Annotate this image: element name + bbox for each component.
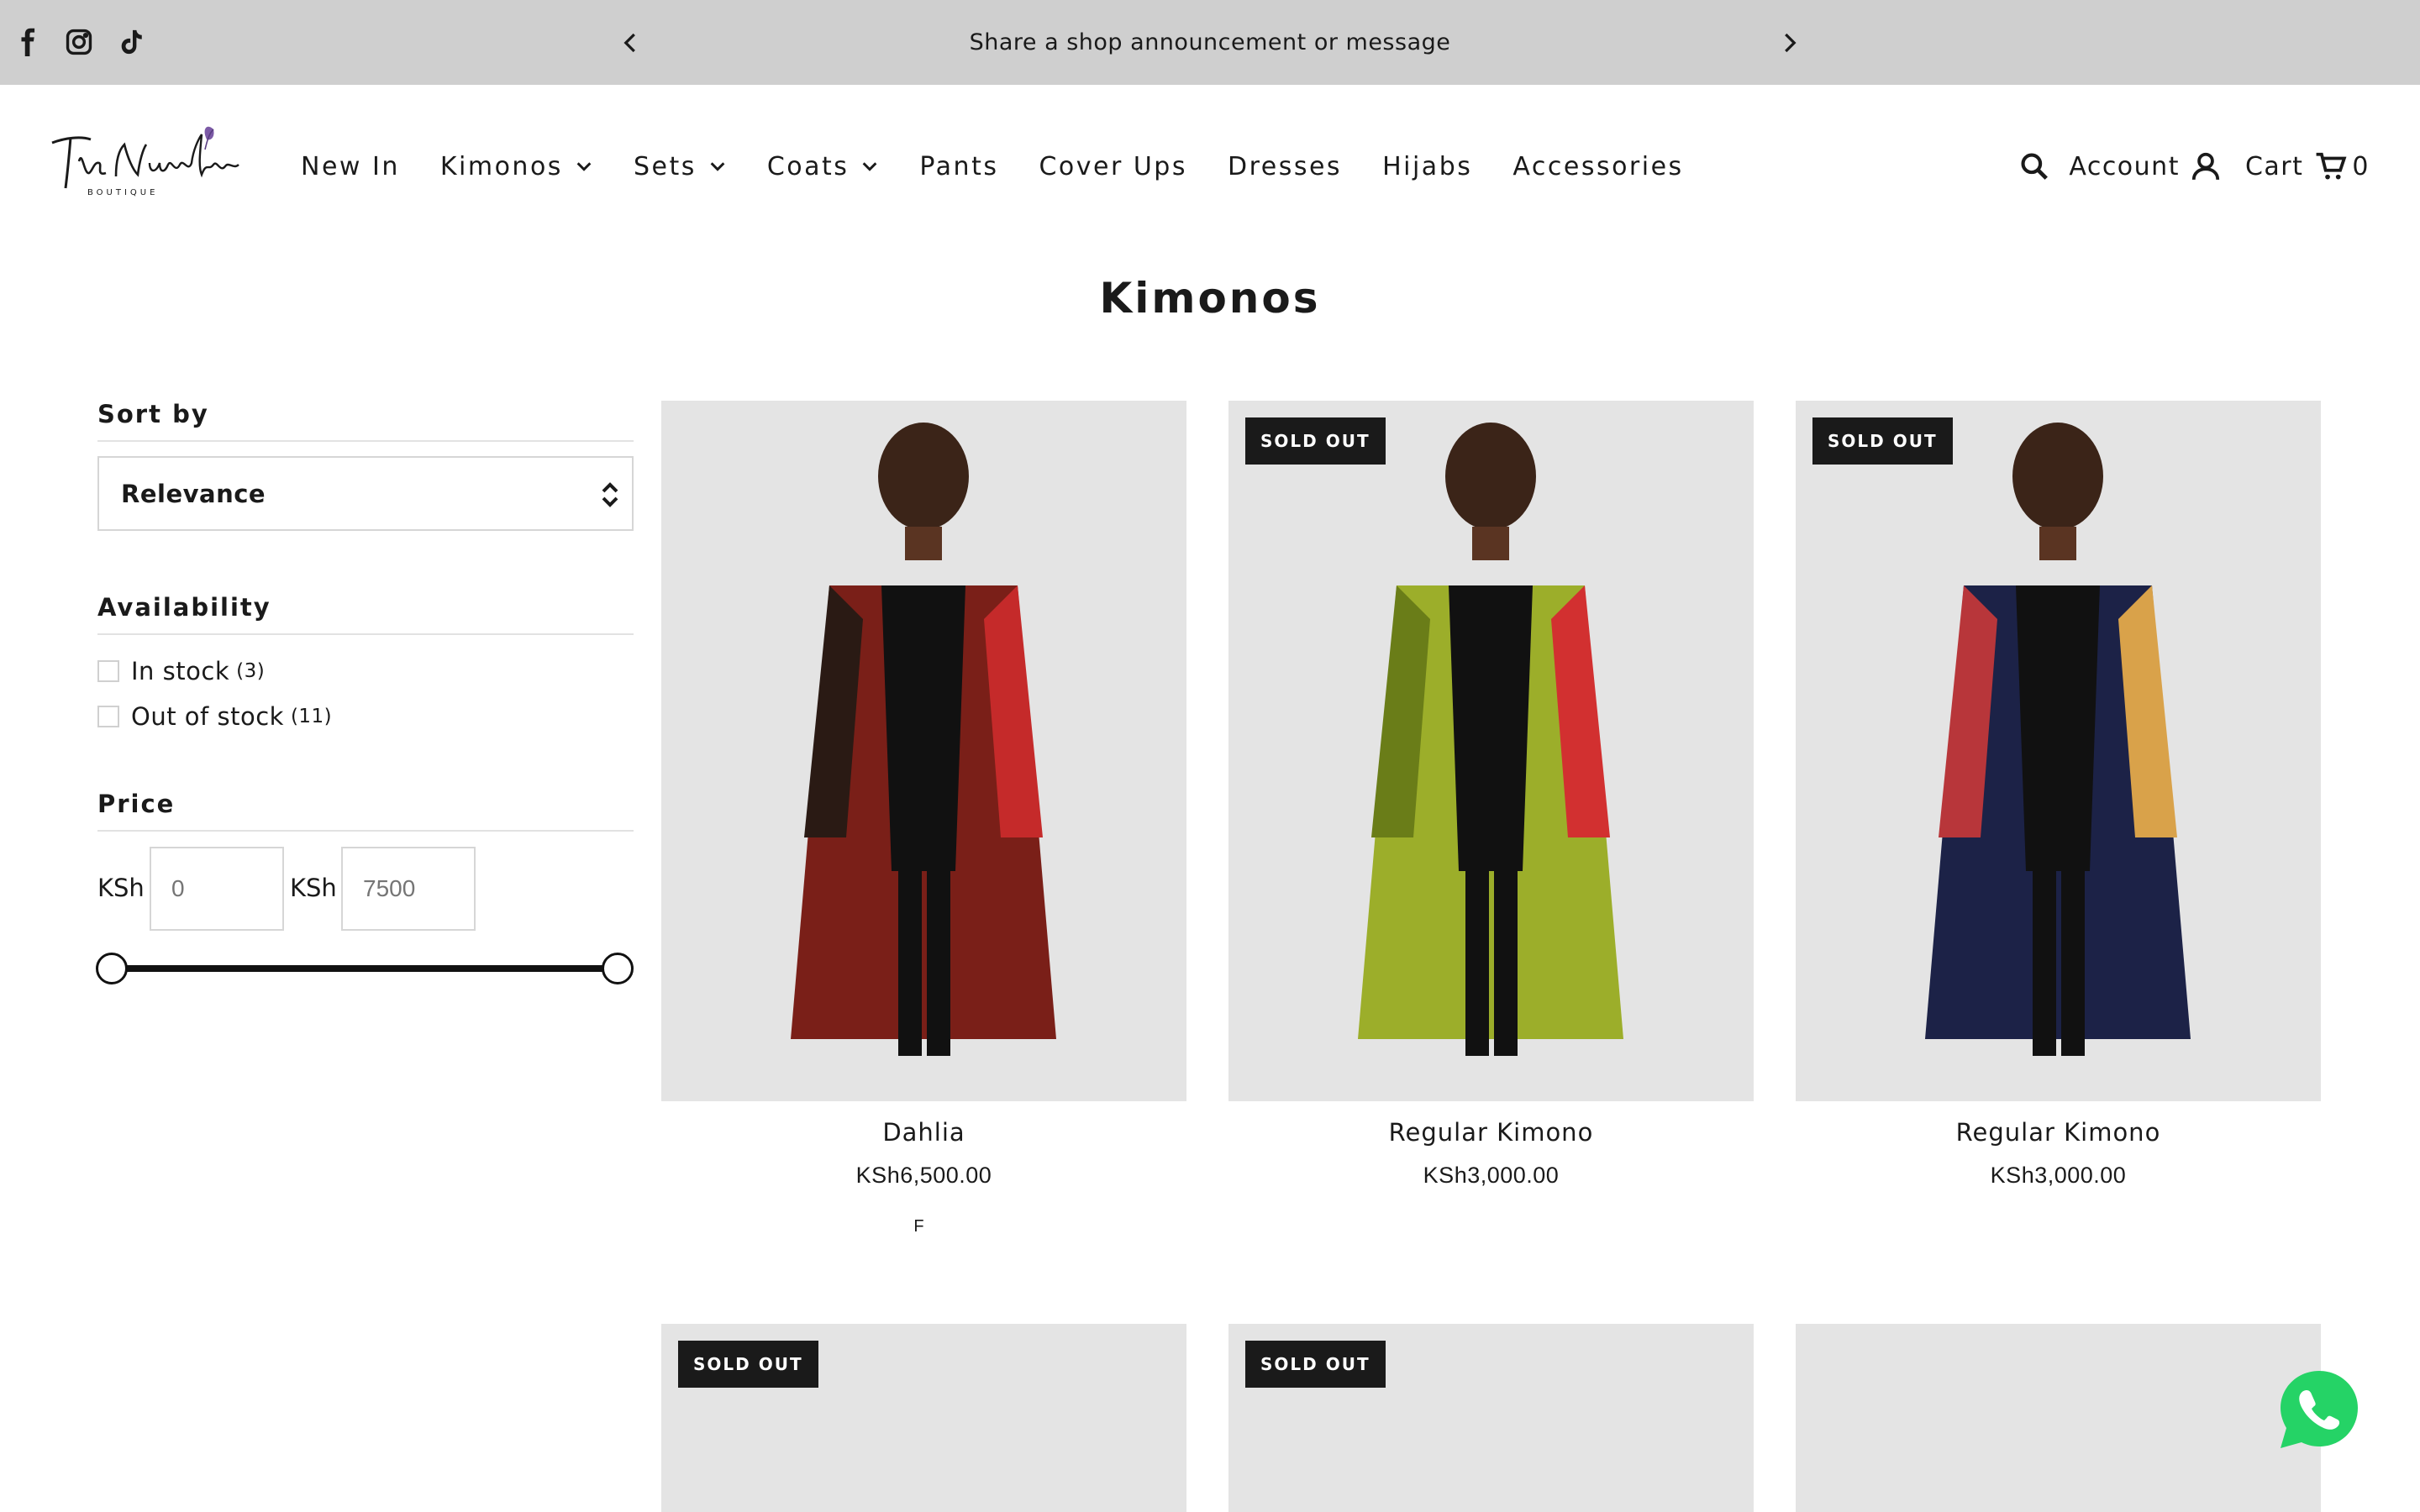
product-title[interactable]: Dahlia: [661, 1118, 1186, 1147]
product-title[interactable]: Regular Kimono: [1796, 1118, 2321, 1147]
nav-item-pants[interactable]: Pants: [919, 152, 998, 181]
nav-label: Coats: [766, 151, 850, 181]
filter-count: (11): [290, 706, 333, 727]
product-image[interactable]: SOLD OUT: [661, 1324, 1186, 1512]
nav-item-sets[interactable]: Sets: [634, 152, 727, 181]
model-figure: [1358, 423, 1623, 1056]
account-link[interactable]: Account: [2069, 150, 2222, 182]
nav-label: Hijabs: [1382, 151, 1473, 181]
sort-value: Relevance: [121, 479, 266, 508]
filter-out-of-stock[interactable]: Out of stock (11): [97, 702, 332, 731]
nav-label: Cover Ups: [1039, 151, 1187, 181]
product-title[interactable]: Regular Kimono: [1228, 1118, 1754, 1147]
whatsapp-icon: [2281, 1371, 2358, 1448]
nav-item-accessories[interactable]: Accessories: [1512, 152, 1683, 181]
product-swatch-label[interactable]: F: [656, 1217, 1181, 1236]
cart-count: 0: [2352, 151, 2370, 181]
nav-item-cover-ups[interactable]: Cover Ups: [1039, 152, 1187, 181]
nav-label: Accessories: [1512, 151, 1684, 181]
select-arrows-icon: [602, 482, 618, 507]
chevron-down-icon: [863, 162, 877, 171]
price-min-input[interactable]: [150, 847, 284, 931]
nav-item-new-in[interactable]: New In: [301, 152, 400, 181]
chevron-down-icon: [710, 162, 725, 171]
announcement-prev-button[interactable]: [612, 24, 650, 62]
nav-item-dresses[interactable]: Dresses: [1228, 152, 1342, 181]
product-image[interactable]: [661, 401, 1186, 1101]
cart-label: Cart: [2244, 151, 2304, 181]
price-slider-max-handle[interactable]: [602, 953, 634, 984]
cart-link[interactable]: Cart 0: [2245, 150, 2370, 182]
chevron-down-icon: [576, 162, 592, 171]
model-figure: [791, 423, 1056, 1056]
checkbox[interactable]: [97, 706, 119, 727]
price-slider-min-handle[interactable]: [96, 953, 128, 984]
nav-label: New In: [301, 151, 400, 181]
announcement-bar: Share a shop announcement or message: [0, 0, 2420, 85]
logo-subtext: BOUTIQUE: [87, 188, 158, 197]
nav-item-hijabs[interactable]: Hijabs: [1382, 152, 1472, 181]
filter-in-stock[interactable]: In stock (3): [97, 657, 265, 685]
sort-heading: Sort by: [97, 400, 634, 442]
sold-out-badge: SOLD OUT: [1245, 1341, 1386, 1388]
whatsapp-chat-button[interactable]: [2277, 1368, 2361, 1452]
tiktok-icon[interactable]: [114, 25, 148, 59]
product-image[interactable]: SOLD OUT: [1796, 401, 2321, 1101]
checkbox[interactable]: [97, 660, 119, 682]
header-actions: Account Cart 0: [2018, 146, 2370, 186]
currency-label: KSh: [290, 874, 337, 902]
availability-heading: Availability: [97, 593, 634, 635]
brand-logo[interactable]: BOUTIQUE: [49, 124, 242, 200]
instagram-icon[interactable]: [62, 25, 96, 59]
search-icon: [2021, 153, 2049, 180]
sold-out-badge: SOLD OUT: [1812, 417, 1953, 465]
filter-label: Out of stock: [131, 702, 284, 731]
nav-item-coats[interactable]: Coats: [767, 152, 880, 181]
main-nav: New In Kimonos Sets Coats Pants Cover Up…: [301, 150, 1724, 183]
page-title: Kimonos: [1099, 274, 1321, 323]
announcement-message: Share a shop announcement or message: [969, 29, 1451, 55]
announcement-next-button[interactable]: [1770, 24, 1808, 62]
nav-label: Kimonos: [439, 151, 563, 181]
filter-count: (3): [236, 660, 266, 682]
cart-icon: [2316, 152, 2347, 180]
product-price: KSh3,000.00: [1990, 1163, 2127, 1188]
model-figure: [1925, 423, 2191, 1056]
price-slider-track[interactable]: [111, 965, 618, 972]
sold-out-badge: SOLD OUT: [678, 1341, 818, 1388]
price-heading: Price: [97, 790, 634, 832]
product-image[interactable]: SOLD OUT: [1228, 401, 1754, 1101]
product-image[interactable]: [1796, 1324, 2321, 1512]
product-price: KSh3,000.00: [1423, 1163, 1560, 1188]
price-max-input[interactable]: [341, 847, 476, 931]
product-price: KSh6,500.00: [855, 1163, 992, 1188]
facebook-icon[interactable]: [12, 25, 45, 59]
sort-select[interactable]: Relevance: [97, 456, 634, 531]
search-button[interactable]: [2018, 150, 2050, 182]
product-image[interactable]: SOLD OUT: [1228, 1324, 1754, 1512]
filter-label: In stock: [131, 657, 230, 685]
sold-out-badge: SOLD OUT: [1245, 417, 1386, 465]
nav-label: Dresses: [1227, 151, 1343, 181]
nav-label: Sets: [633, 151, 697, 181]
nav-item-kimonos[interactable]: Kimonos: [440, 152, 593, 181]
currency-label: KSh: [97, 874, 145, 902]
account-label: Account: [2069, 151, 2180, 181]
nav-label: Pants: [919, 151, 999, 181]
user-icon: [2191, 152, 2220, 181]
